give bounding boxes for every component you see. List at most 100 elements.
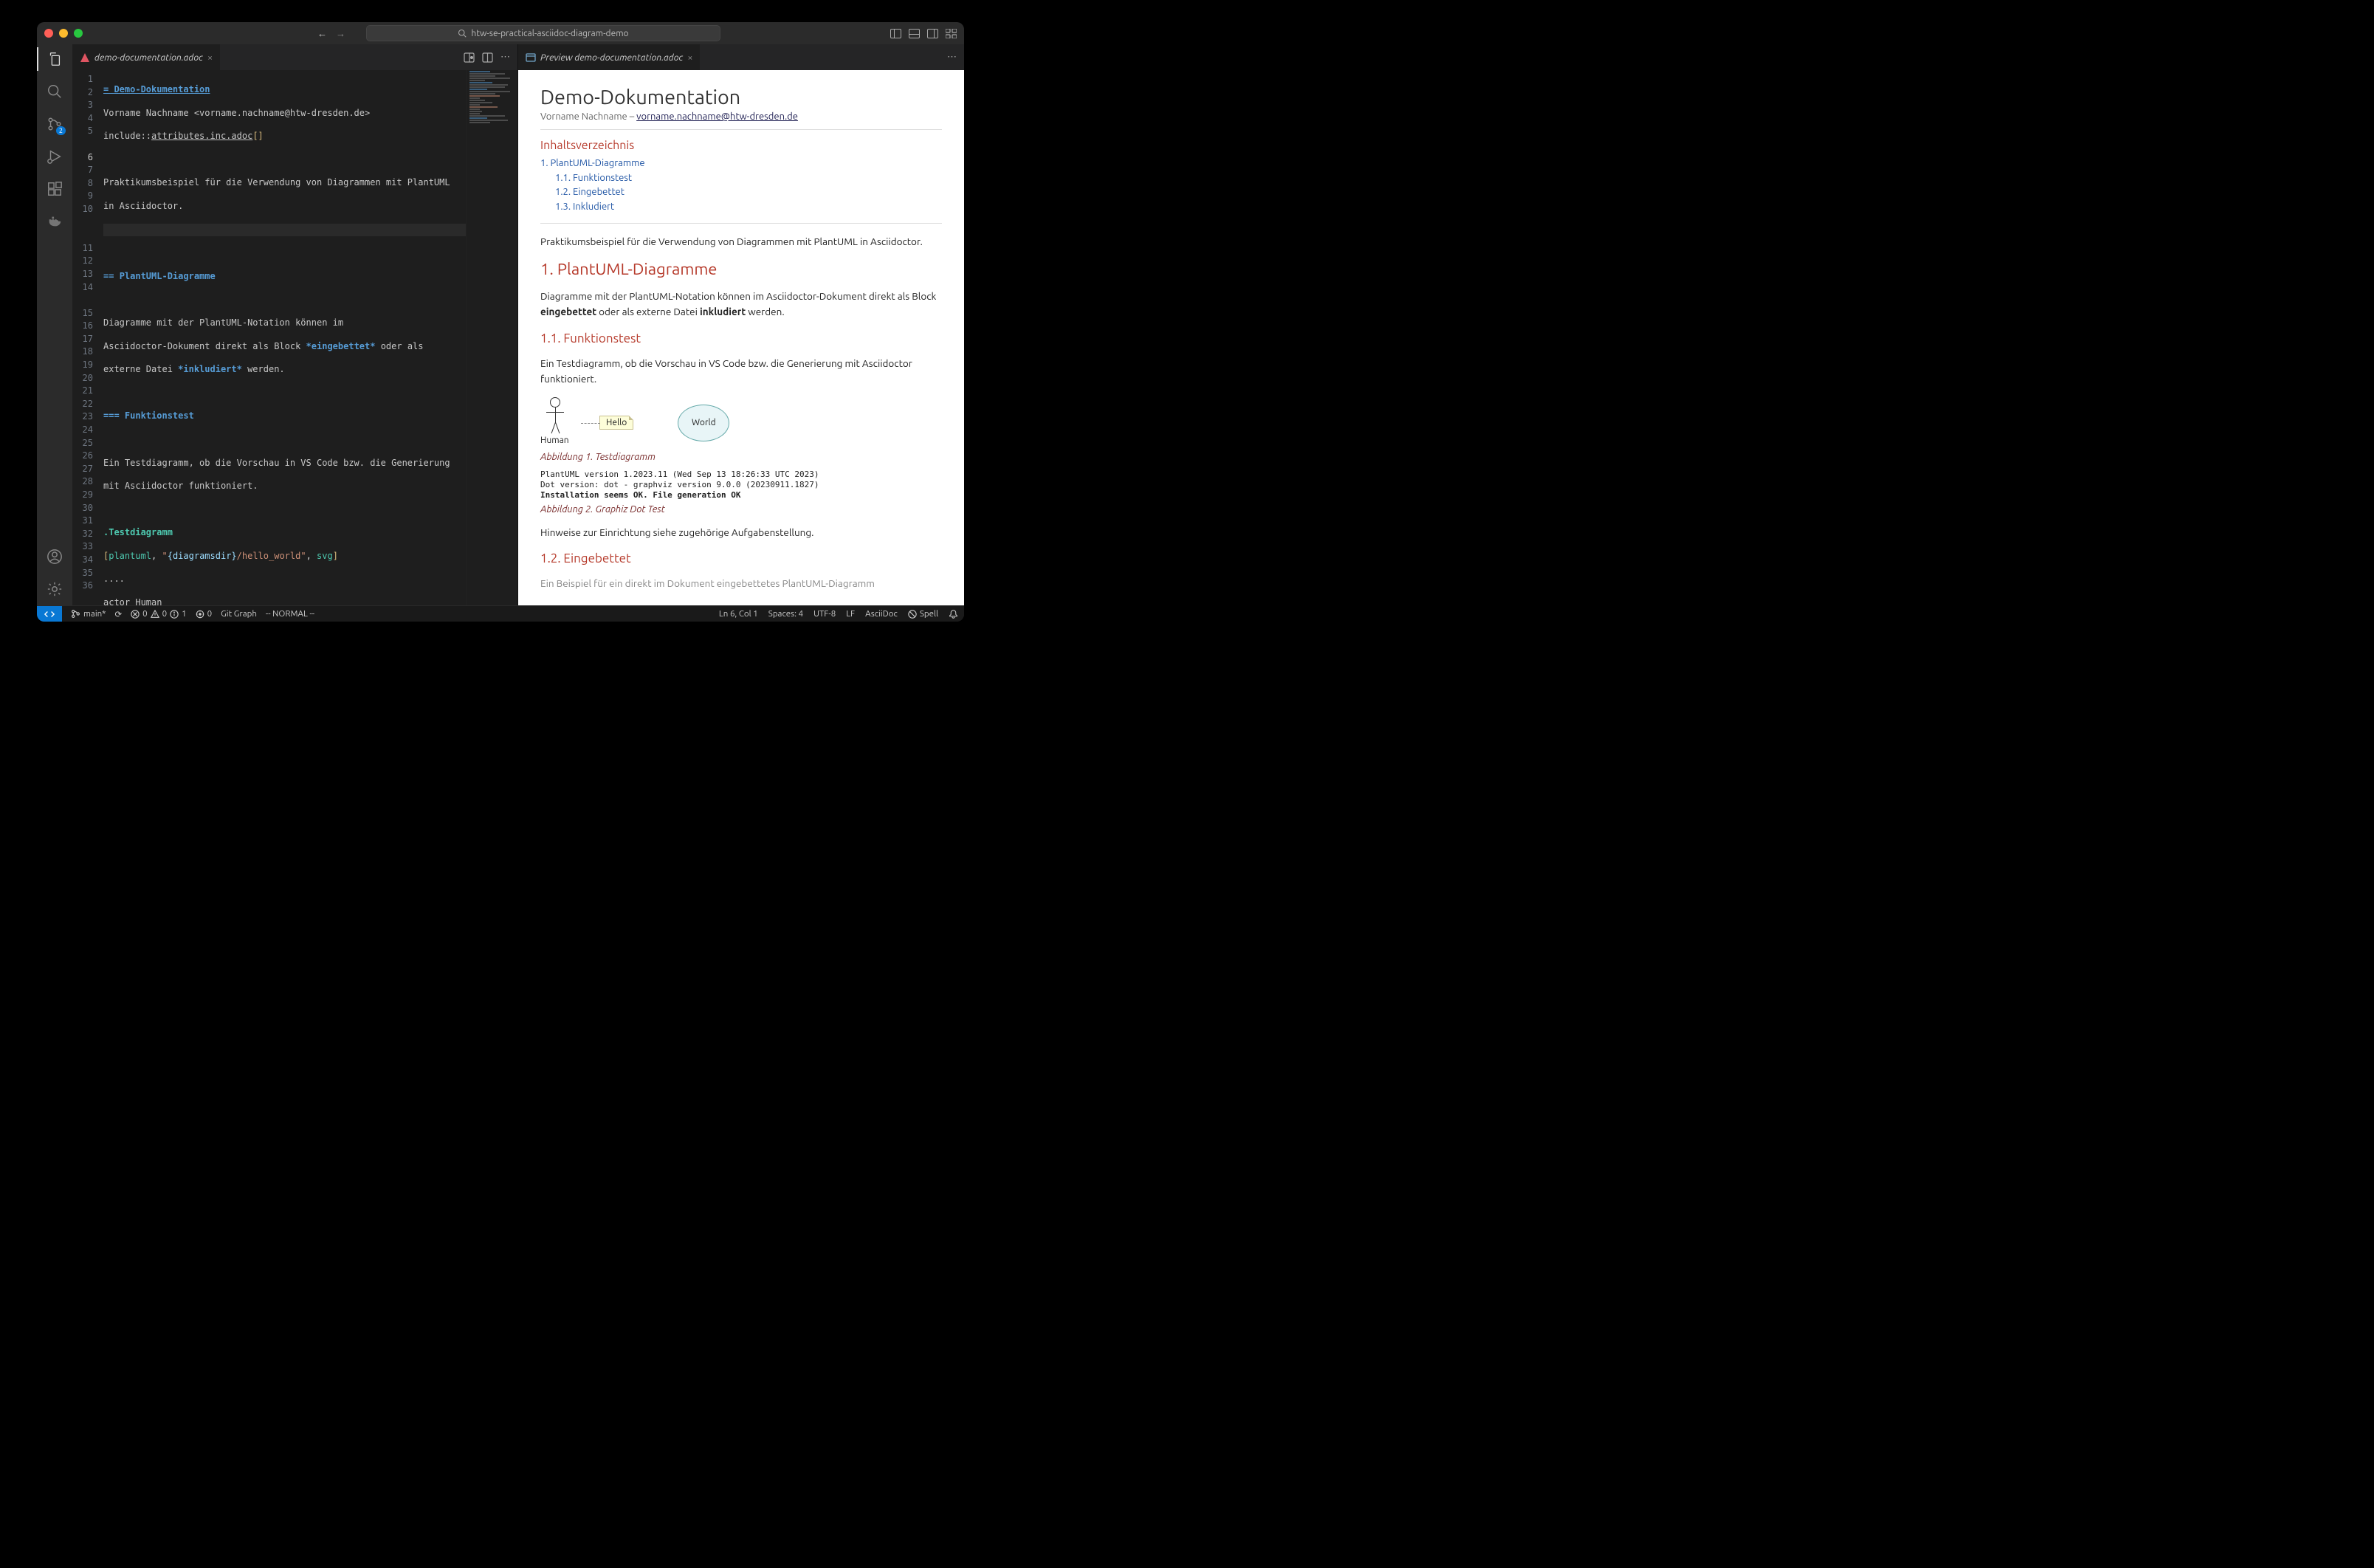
line-number-gutter: 1234567891011121314151617181920212223242… <box>72 70 103 605</box>
run-debug-icon[interactable] <box>46 148 63 165</box>
tab-preview-close-icon[interactable]: × <box>687 52 692 63</box>
code-text: Demo-Dokumentation <box>114 84 210 94</box>
search-icon <box>458 29 467 38</box>
ports-count: 0 <box>207 609 213 619</box>
remote-indicator[interactable] <box>37 606 62 622</box>
toggle-secondary-sidebar-icon[interactable] <box>927 29 938 38</box>
preview-pane: Demo-Dokumentation Vorname Nachname – vo… <box>518 70 964 605</box>
code-text: Asciidoctor-Dokument direkt als Block <box>103 341 306 351</box>
preview-paragraph: Diagramme mit der PlantUML-Notation könn… <box>540 289 942 320</box>
toggle-panel-icon[interactable] <box>909 29 920 38</box>
status-bar: main* ⟳ 0 0 1 0 Git Graph -- NORMAL -- L… <box>37 605 964 622</box>
docker-icon[interactable] <box>46 213 63 230</box>
accounts-icon[interactable] <box>46 548 63 565</box>
status-indent[interactable]: Spaces: 4 <box>768 609 803 619</box>
customize-layout-icon[interactable] <box>946 29 957 38</box>
status-spell[interactable]: Spell <box>908 609 938 619</box>
vscode-window: ← → htw-se-practical-asciidoc-diagram-de… <box>37 22 964 622</box>
minimap[interactable] <box>466 70 517 605</box>
toc-link[interactable]: 1.1. Funktionstest <box>540 171 942 186</box>
nav-forward-icon[interactable]: → <box>336 28 345 39</box>
code-text: Diagramme mit der PlantUML-Notation könn… <box>103 317 517 330</box>
code-area[interactable]: = Demo-Dokumentation Vorname Nachname <v… <box>103 70 517 605</box>
preview-hint: Hinweise zur Einrichtung siehe zugehörig… <box>540 525 942 540</box>
diagram-testdiagramm: Human Hello World <box>540 397 942 449</box>
command-center[interactable]: htw-se-practical-asciidoc-diagram-demo <box>366 25 720 41</box>
tab-editor[interactable]: demo-documentation.adoc × <box>72 44 221 70</box>
figure-caption-1: Abbildung 1. Testdiagramm <box>540 452 942 462</box>
warning-count: 0 <box>162 609 168 619</box>
command-center-text: htw-se-practical-asciidoc-diagram-demo <box>471 29 628 38</box>
code-text: == <box>103 271 120 281</box>
preview-paragraph: Ein Testdiagramm, ob die Vorschau in VS … <box>540 356 942 387</box>
code-text: Testdiagramm <box>109 527 173 537</box>
extensions-icon[interactable] <box>46 180 63 198</box>
asciidoc-file-icon <box>80 52 90 63</box>
split-editor-icon[interactable] <box>482 52 493 63</box>
code-text: *eingebettet* <box>306 341 376 351</box>
error-count: 0 <box>142 609 148 619</box>
preview-content[interactable]: Demo-Dokumentation Vorname Nachname – vo… <box>518 70 964 605</box>
code-text: externe Datei <box>103 364 178 374</box>
nav-back-icon[interactable]: ← <box>317 28 327 39</box>
code-text: Praktikumsbeispiel für die Verwendung vo… <box>103 176 517 190</box>
code-text: .... <box>103 573 517 586</box>
diagram-actor-human: Human <box>540 397 570 441</box>
status-branch[interactable]: main* <box>71 609 106 619</box>
code-text: , <box>151 551 162 561</box>
diagram-note-hello: Hello <box>599 416 633 430</box>
editor-pane[interactable]: 1234567891011121314151617181920212223242… <box>72 70 518 605</box>
more-actions-icon[interactable]: ⋯ <box>947 52 957 63</box>
code-text: include:: <box>103 131 151 141</box>
source-control-icon[interactable]: 2 <box>46 115 63 133</box>
code-text: in Asciidoctor. <box>103 200 517 213</box>
status-git-graph[interactable]: Git Graph <box>221 609 257 619</box>
toc: 1. PlantUML-Diagramme 1.1. Funktionstest… <box>540 157 942 224</box>
status-notifications-icon[interactable] <box>949 609 958 619</box>
title-bar: ← → htw-se-practical-asciidoc-diagram-de… <box>37 22 964 44</box>
tab-close-icon[interactable]: × <box>207 52 213 63</box>
code-text: , <box>306 551 317 561</box>
code-text: Ein Testdiagramm, ob die Vorschau in VS … <box>103 457 517 470</box>
author-name: Vorname Nachname – <box>540 111 636 122</box>
code-text: === <box>103 410 125 421</box>
code-text: mit Asciidoctor funktioniert. <box>103 480 517 493</box>
search-icon[interactable] <box>46 83 63 100</box>
window-minimize-button[interactable] <box>59 29 68 38</box>
more-actions-icon[interactable]: ⋯ <box>500 52 510 63</box>
tabs-right-group: Preview demo-documentation.adoc × ⋯ <box>518 44 964 70</box>
toc-link[interactable]: 1.3. Inkludiert <box>540 200 942 215</box>
preview-subsection-11: 1.1. Funktionstest <box>540 331 942 345</box>
toc-link[interactable]: 1.2. Eingebettet <box>540 185 942 200</box>
preview-intro: Praktikumsbeispiel für die Verwendung vo… <box>540 234 942 250</box>
explorer-icon[interactable] <box>46 50 63 68</box>
author-mail-link[interactable]: vorname.nachname@htw-dresden.de <box>636 111 798 122</box>
code-text: svg <box>317 551 333 561</box>
code-text: {diagramsdir} <box>168 551 237 561</box>
tab-preview[interactable]: Preview demo-documentation.adoc × <box>518 44 701 70</box>
preview-paragraph-cut: Ein Beispiel für ein direkt im Dokument … <box>540 576 942 591</box>
status-ln-col[interactable]: Ln 6, Col 1 <box>719 609 758 619</box>
scm-badge: 2 <box>56 126 66 135</box>
status-eol[interactable]: LF <box>846 609 855 619</box>
preview-file-icon <box>526 52 536 63</box>
code-text: Vorname Nachname <vorname.nachname@htw-d… <box>103 107 517 120</box>
toc-link[interactable]: 1. PlantUML-Diagramme <box>540 157 942 171</box>
status-language[interactable]: AsciiDoc <box>865 609 898 619</box>
status-encoding[interactable]: UTF-8 <box>813 609 836 619</box>
open-preview-side-icon[interactable] <box>464 52 475 63</box>
status-problems[interactable]: 0 0 1 <box>131 609 187 619</box>
status-ports[interactable]: 0 <box>196 609 213 619</box>
figure-caption-2: Abbildung 2. Graphiz Dot Test <box>540 504 942 515</box>
window-maximize-button[interactable] <box>74 29 83 38</box>
settings-gear-icon[interactable] <box>46 580 63 598</box>
dot-line: PlantUML version 1.2023.11 (Wed Sep 13 1… <box>540 470 942 480</box>
dot-line: Installation seems OK. File generation O… <box>540 490 942 501</box>
status-sync[interactable]: ⟳ <box>115 609 123 619</box>
code-text: [] <box>252 131 263 141</box>
code-text: *inkludiert* <box>178 364 242 374</box>
window-close-button[interactable] <box>44 29 53 38</box>
code-text: attributes.inc.adoc <box>151 131 252 141</box>
preview-author: Vorname Nachname – vorname.nachname@htw-… <box>540 111 942 130</box>
toggle-primary-sidebar-icon[interactable] <box>890 29 901 38</box>
